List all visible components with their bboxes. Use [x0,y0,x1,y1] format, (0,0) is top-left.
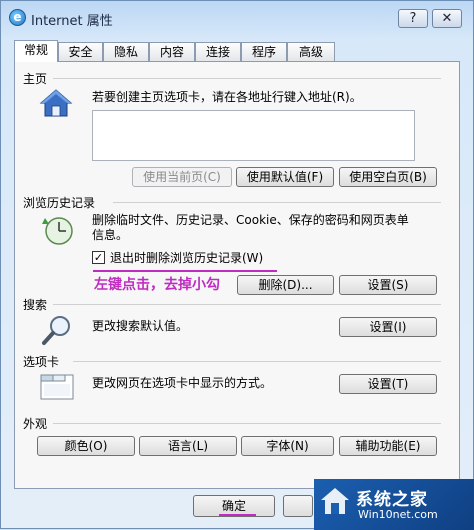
tab-advanced[interactable]: 高级 [287,42,335,61]
tab-privacy[interactable]: 隐私 [103,42,149,61]
watermark-url: Win10net.com [358,508,438,521]
fonts-button[interactable]: 字体(N) [241,436,334,456]
colors-button[interactable]: 颜色(O) [37,436,135,456]
tabs-heading: 选项卡 [23,355,60,369]
house-icon [39,89,73,117]
tab-connections[interactable]: 连接 [195,42,241,61]
browsing-history-heading: 浏览历史记录 [23,196,96,210]
watermark-name: 系统之家 [356,490,428,510]
appearance-heading: 外观 [23,417,48,431]
use-blank-button[interactable]: 使用空白页(B) [339,167,437,187]
history-description-line1: 删除临时文件、历史记录、Cookie、保存的密码和网页表单 [92,213,409,227]
search-heading: 搜索 [23,298,48,312]
close-button[interactable]: ✕ [432,9,462,28]
tabs-settings-button[interactable]: 设置(T) [339,374,437,394]
clock-history-icon [42,217,73,245]
watermark-logo: 系统之家 Win10net.com [314,479,474,530]
tab-security[interactable]: 安全 [58,42,103,61]
tabbed-window-icon [40,374,74,400]
delete-on-exit-checkbox[interactable]: ✓ [92,251,105,264]
annotation-note: 左键点击，去掉小勾 [94,277,220,293]
divider [53,304,441,305]
window-title: Internet 属性 [31,14,113,29]
tab-general[interactable]: 常规 [14,40,58,62]
cancel-button[interactable] [283,495,313,517]
magnifier-icon [42,316,70,345]
help-button[interactable]: ? [398,9,428,28]
divider [73,361,441,362]
use-current-button[interactable]: 使用当前页(C) [132,167,232,187]
tab-programs[interactable]: 程序 [241,42,287,61]
annotation-underline [93,270,277,272]
delete-on-exit-label[interactable]: 退出时删除浏览历史记录(W) [110,251,263,266]
divider [53,423,441,424]
tab-content[interactable]: 内容 [149,42,195,61]
internet-explorer-icon: e [9,9,26,26]
divider [113,202,441,203]
home-page-description: 若要创建主页选项卡，请在各地址行键入地址(R)。 [92,90,362,104]
divider [53,78,441,79]
home-page-heading: 主页 [23,72,48,86]
search-description: 更改搜索默认值。 [92,319,189,333]
delete-history-button[interactable]: 删除(D)... [237,275,334,295]
search-settings-button[interactable]: 设置(I) [339,317,437,337]
languages-button[interactable]: 语言(L) [139,436,237,456]
annotation-underline-ok [219,514,256,516]
history-settings-button[interactable]: 设置(S) [339,275,437,295]
house-logo-icon [321,488,349,514]
use-default-button[interactable]: 使用默认值(F) [236,167,334,187]
title-bar[interactable]: e Internet 属性 ? ✕ [1,1,473,35]
home-page-address-input[interactable] [92,110,415,161]
internet-options-window: e Internet 属性 ? ✕ 常规 安全 隐私 内容 连接 程序 高级 主… [0,0,474,530]
history-description-line2: 信息。 [92,228,129,242]
tabs-description: 更改网页在选项卡中显示的方式。 [92,376,273,390]
accessibility-button[interactable]: 辅助功能(E) [339,436,437,456]
